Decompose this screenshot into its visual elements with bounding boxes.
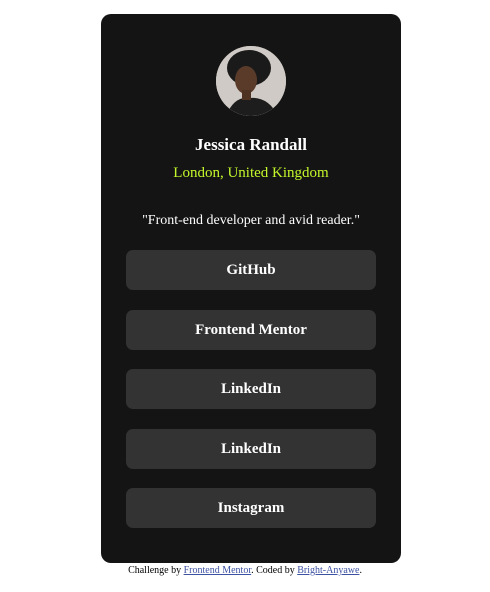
avatar-photo-icon (216, 46, 286, 116)
avatar (216, 46, 286, 116)
frontend-mentor-link-button[interactable]: Frontend Mentor (126, 309, 376, 350)
footer-suffix: . (359, 565, 362, 576)
list-item: LinkedIn (126, 369, 376, 409)
frontend-mentor-attribution-link[interactable]: Frontend Mentor (184, 565, 252, 576)
profile-name: Jessica Randall (195, 135, 307, 154)
list-item: LinkedIn (126, 428, 376, 469)
list-item: Instagram (126, 488, 376, 528)
attribution-footer: Challenge by Frontend Mentor. Coded by B… (0, 565, 490, 576)
author-attribution-link[interactable]: Bright-Anyawe (297, 565, 359, 576)
profile-bio: "Front-end developer and avid reader." (142, 213, 360, 228)
linkedin-link-button[interactable]: LinkedIn (126, 369, 376, 409)
profile-location: London, United Kingdom (173, 165, 329, 181)
github-link-button[interactable]: GitHub (126, 250, 376, 290)
list-item: Frontend Mentor (126, 309, 376, 350)
social-links-list: GitHub Frontend Mentor LinkedIn LinkedIn… (126, 250, 376, 548)
instagram-link-button[interactable]: Instagram (126, 488, 376, 528)
linkedin-link-button-2[interactable]: LinkedIn (126, 428, 376, 469)
footer-middle: . Coded by (251, 565, 298, 576)
profile-card: Jessica Randall London, United Kingdom "… (101, 14, 401, 563)
footer-prefix: Challenge by (128, 565, 184, 576)
list-item: GitHub (126, 250, 376, 290)
